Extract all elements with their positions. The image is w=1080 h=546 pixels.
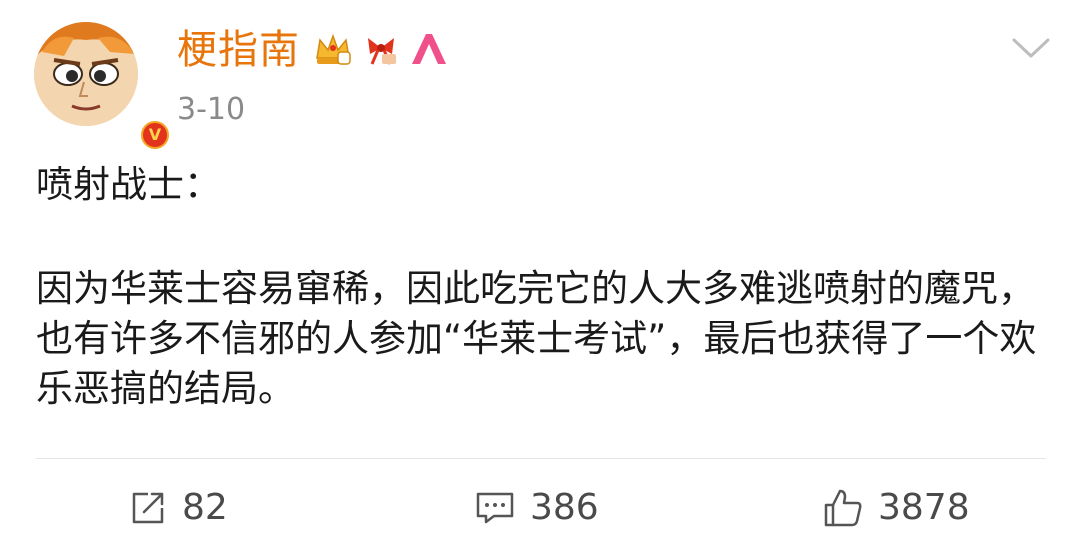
pink-a-badge-icon[interactable] [408, 28, 450, 74]
post-content-title: 喷射战士： [36, 163, 221, 206]
bow-badge-icon[interactable] [360, 28, 402, 74]
avatar[interactable]: V [34, 22, 172, 152]
repost-button[interactable]: 82 [128, 480, 228, 536]
thumbs-up-icon [822, 487, 864, 529]
verified-badge-label: V [143, 123, 167, 147]
verified-badge: V [138, 118, 172, 152]
action-bar: 82 386 3878 [0, 480, 1080, 536]
chevron-down-icon[interactable] [1010, 34, 1052, 66]
like-button[interactable]: 3878 [822, 480, 970, 536]
divider [36, 458, 1046, 459]
user-badges [312, 28, 450, 74]
post-timestamp: 3-10 [177, 92, 246, 127]
username[interactable]: 梗指南 [177, 25, 300, 75]
share-icon [128, 488, 168, 528]
comment-count: 386 [530, 487, 599, 528]
like-count: 3878 [878, 487, 970, 528]
crown-badge-icon[interactable] [312, 28, 354, 74]
repost-count: 82 [182, 487, 228, 528]
post-content: 喷射战士： 因为华莱士容易窜稀，因此吃完它的人大多难逃喷射的魔咒，也有许多不信邪… [36, 160, 1046, 414]
post-content-body: 因为华莱士容易窜稀，因此吃完它的人大多难逃喷射的魔咒，也有许多不信邪的人参加“华… [36, 267, 1037, 410]
comment-icon [474, 488, 516, 528]
comment-button[interactable]: 386 [474, 480, 599, 536]
avatar-image [34, 22, 138, 126]
